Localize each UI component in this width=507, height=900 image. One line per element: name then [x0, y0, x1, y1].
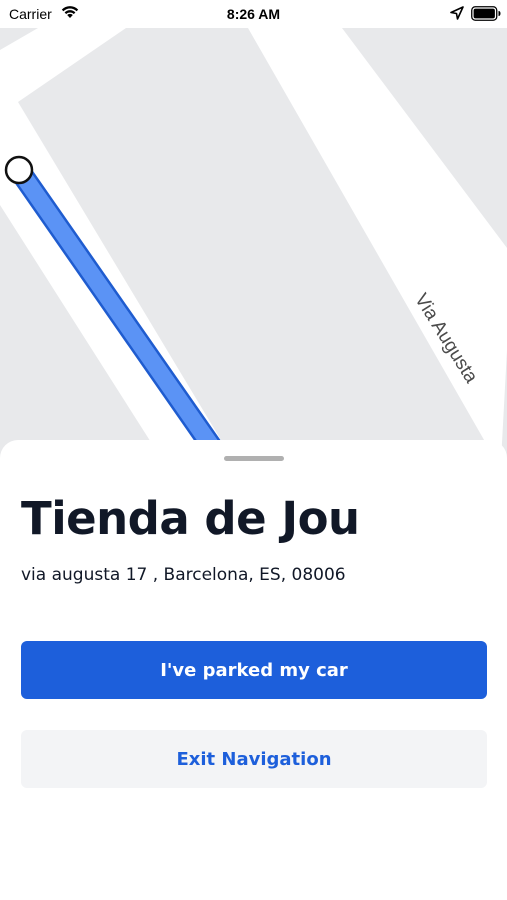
- status-time: 8:26 AM: [226, 6, 281, 22]
- place-address: via augusta 17 , Barcelona, ES, 08006: [21, 565, 346, 585]
- battery-icon: [471, 6, 501, 21]
- status-bar: Carrier 8:26 AM: [0, 0, 507, 28]
- location-arrow-icon: [450, 6, 464, 20]
- parked-car-button[interactable]: I've parked my car: [21, 641, 487, 699]
- sheet-drag-handle[interactable]: [224, 456, 284, 461]
- place-title: Tienda de Jou: [21, 492, 360, 545]
- exit-navigation-button[interactable]: Exit Navigation: [21, 730, 487, 788]
- bottom-sheet[interactable]: Tienda de Jou via augusta 17 , Barcelona…: [0, 440, 507, 900]
- map-canvas[interactable]: [0, 28, 507, 468]
- map-view[interactable]: Via Augusta: [0, 28, 507, 468]
- route-start-marker: [4, 155, 34, 185]
